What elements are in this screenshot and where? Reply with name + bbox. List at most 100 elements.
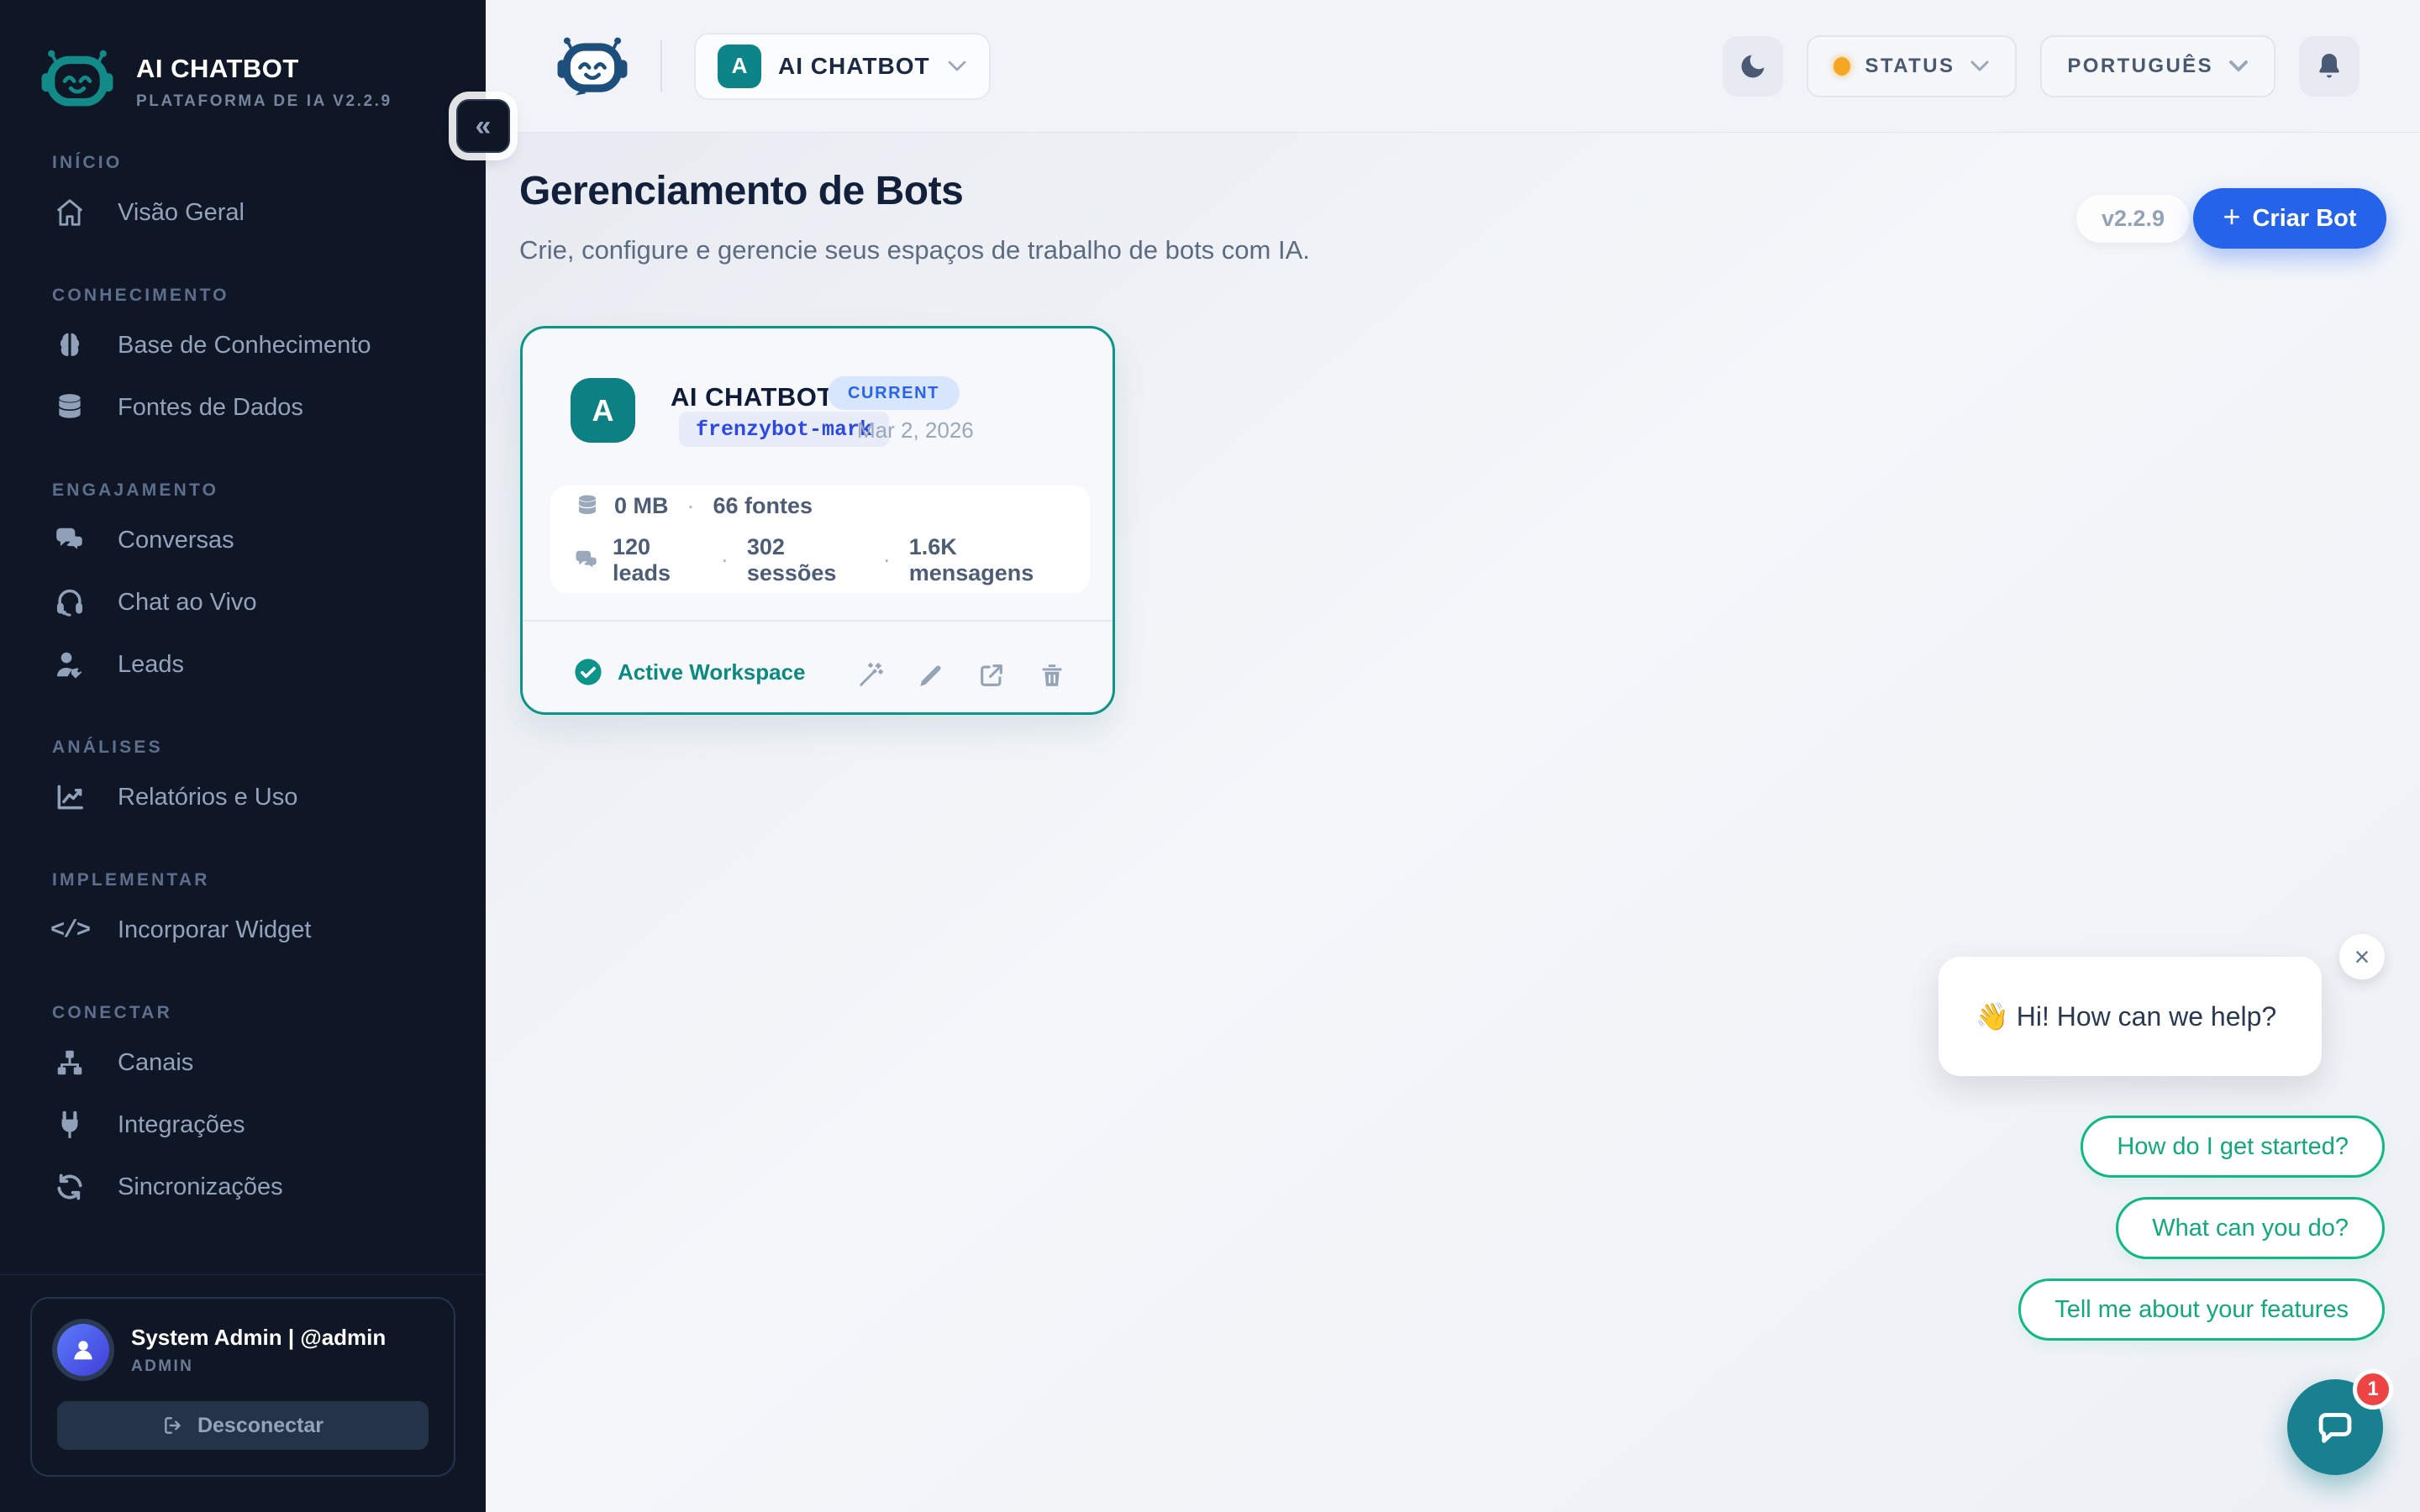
collapse-chevrons-icon: «: [476, 110, 492, 143]
sidebar-item-label: Chat ao Vivo: [118, 589, 257, 617]
database-icon: [52, 391, 87, 423]
sidebar-collapse-button[interactable]: «: [456, 99, 510, 153]
trash-icon[interactable]: [1038, 661, 1070, 693]
messages-value: 1.6K mensagens: [909, 534, 1066, 586]
separator: ·: [716, 547, 734, 573]
chat-greeting-bubble: 👋 Hi! How can we help?: [1939, 957, 2322, 1076]
sidebar-nav: INÍCIO Visão Geral CONHECIMENTO Base de …: [0, 153, 486, 1218]
external-link-icon[interactable]: [977, 661, 1009, 693]
chat-suggestion-pill[interactable]: What can you do?: [2116, 1197, 2385, 1259]
section-label-inicio: INÍCIO: [52, 153, 460, 173]
chat-suggestion-pill[interactable]: How do I get started?: [2081, 1116, 2385, 1178]
sidebar-item-fontes-de-dados[interactable]: Fontes de Dados: [25, 376, 460, 438]
version-badge: v2.2.9: [2076, 195, 2190, 243]
user-section: System Admin | @admin ADMIN Desconectar: [0, 1274, 486, 1512]
sidebar-item-leads[interactable]: Leads: [25, 633, 460, 696]
workspace-selector[interactable]: A AI CHATBOT: [694, 33, 991, 100]
logout-label: Desconectar: [197, 1414, 324, 1438]
database-icon: [574, 493, 601, 518]
workspace-initial-badge: A: [718, 45, 761, 88]
sidebar-item-integracoes[interactable]: Integrações: [25, 1094, 460, 1156]
notifications-button[interactable]: [2299, 36, 2360, 97]
sidebar-item-label: Incorporar Widget: [118, 916, 312, 944]
sources-value: 66 fontes: [713, 493, 813, 519]
sidebar-item-sincronizacoes[interactable]: Sincronizações: [25, 1156, 460, 1218]
person-icon: [69, 1336, 97, 1364]
status-dot-icon: [1833, 57, 1850, 76]
user-name: System Admin | @admin: [131, 1325, 386, 1351]
brain-icon: [52, 329, 87, 361]
sidebar-item-incorporar-widget[interactable]: </> Incorporar Widget: [25, 899, 460, 961]
page-subtitle: Crie, configure e gerencie seus espaços …: [519, 235, 1310, 265]
logout-button[interactable]: Desconectar: [57, 1401, 429, 1450]
sidebar-item-visao-geral[interactable]: Visão Geral: [25, 181, 460, 244]
active-workspace-label: Active Workspace: [618, 659, 806, 685]
create-bot-button[interactable]: + Criar Bot: [2193, 188, 2386, 249]
chart-line-icon: [52, 781, 87, 813]
dark-mode-toggle[interactable]: [1723, 36, 1783, 97]
sidebar-item-label: Relatórios e Uso: [118, 784, 297, 811]
workspace-card-name: AI CHATBOT: [671, 382, 834, 412]
separator: ·: [878, 547, 896, 573]
status-dropdown[interactable]: STATUS: [1807, 35, 2018, 97]
sidebar-item-canais[interactable]: Canais: [25, 1032, 460, 1094]
workspace-avatar: A: [571, 378, 635, 443]
stats-row-knowledge: 0 MB · 66 fontes: [574, 493, 1066, 519]
plus-icon: +: [2223, 199, 2240, 234]
chevron-down-icon: [2228, 60, 2249, 72]
chat-bubbles-icon: [574, 548, 599, 573]
user-avatar: [57, 1324, 109, 1376]
active-workspace-status: Active Workspace: [574, 658, 806, 686]
user-card: System Admin | @admin ADMIN Desconectar: [30, 1297, 455, 1477]
header-robot-logo-icon: [556, 36, 629, 97]
separator: ·: [682, 493, 700, 519]
home-icon: [52, 197, 87, 228]
chat-close-button[interactable]: ×: [2339, 934, 2385, 979]
magic-wand-icon[interactable]: [856, 661, 888, 693]
page-title: Gerenciamento de Bots: [519, 168, 963, 214]
language-dropdown[interactable]: PORTUGUÊS: [2040, 35, 2275, 97]
sidebar-item-label: Base de Conhecimento: [118, 332, 371, 360]
chat-suggestion-pill[interactable]: Tell me about your features: [2018, 1278, 2385, 1341]
section-label-engajamento: ENGAJAMENTO: [52, 480, 460, 501]
sidebar-item-base-de-conhecimento[interactable]: Base de Conhecimento: [25, 314, 460, 376]
sidebar-item-label: Conversas: [118, 527, 234, 554]
speech-bubble-icon: [2311, 1403, 2360, 1452]
workspace-date: Mar 2, 2026: [857, 417, 974, 444]
logout-icon: [162, 1415, 184, 1436]
sidebar-item-label: Integrações: [118, 1111, 245, 1139]
close-icon: ×: [2354, 942, 2370, 973]
sidebar-item-chat-ao-vivo[interactable]: Chat ao Vivo: [25, 571, 460, 633]
sidebar-item-relatorios-e-uso[interactable]: Relatórios e Uso: [25, 766, 460, 828]
sidebar-item-label: Fontes de Dados: [118, 394, 303, 422]
bell-icon: [2314, 51, 2344, 81]
workspace-stats: 0 MB · 66 fontes 120 leads · 302 sessões…: [550, 486, 1090, 593]
robot-logo-icon: [40, 49, 114, 111]
stats-row-engagement: 120 leads · 302 sessões · 1.6K mensagens: [574, 534, 1066, 586]
user-role: ADMIN: [131, 1357, 386, 1376]
headset-icon: [52, 586, 87, 618]
sidebar-item-label: Visão Geral: [118, 199, 245, 227]
current-badge: CURRENT: [828, 376, 960, 410]
sitemap-icon: [52, 1047, 87, 1079]
check-circle-icon: [574, 658, 602, 686]
chevron-down-icon: [1970, 60, 1990, 72]
workspace-card[interactable]: A AI CHATBOT CURRENT frenzybot-mark Mar …: [520, 326, 1115, 715]
section-label-conhecimento: CONHECIMENTO: [52, 286, 460, 306]
moon-icon: [1738, 51, 1768, 81]
chat-bubbles-icon: [52, 524, 87, 556]
status-label: STATUS: [1865, 55, 1955, 78]
sidebar-item-conversas[interactable]: Conversas: [25, 509, 460, 571]
card-divider: [523, 620, 1113, 622]
edit-pencil-icon[interactable]: [917, 661, 949, 693]
chevron-down-icon: [947, 60, 967, 72]
header-divider: [660, 40, 662, 92]
sidebar: AI CHATBOT PLATAFORMA DE IA V2.2.9 INÍCI…: [0, 0, 486, 1512]
section-label-analises: ANÁLISES: [52, 738, 460, 758]
code-icon: </>: [52, 914, 87, 946]
sidebar-item-label: Leads: [118, 651, 184, 679]
storage-value: 0 MB: [614, 493, 669, 519]
sessions-value: 302 sessões: [747, 534, 865, 586]
section-label-implementar: IMPLEMENTAR: [52, 870, 460, 890]
section-label-conectar: CONECTAR: [52, 1003, 460, 1023]
